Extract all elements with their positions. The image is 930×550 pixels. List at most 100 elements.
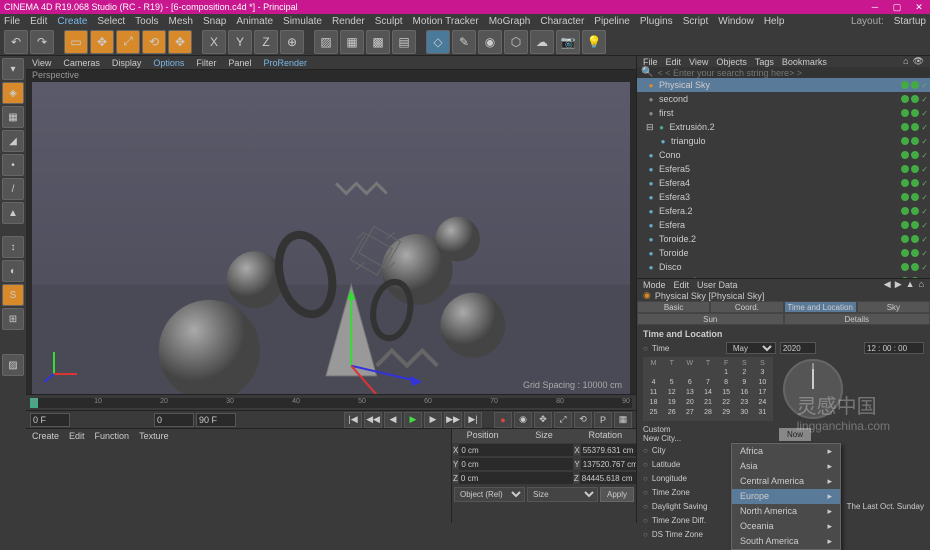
obj-item-esfera[interactable]: ●Esfera✓: [637, 218, 930, 232]
workplane-mode-button[interactable]: ◢: [2, 130, 24, 152]
obj-menu-view[interactable]: View: [689, 57, 708, 67]
obj-item-first[interactable]: ●first✓: [637, 106, 930, 120]
scale-tool[interactable]: ⤢: [116, 30, 140, 54]
cal-day[interactable]: 18: [645, 398, 662, 407]
key-pla-button[interactable]: ▦: [614, 412, 632, 428]
menu-snap[interactable]: Snap: [203, 16, 226, 27]
cal-day[interactable]: 9: [736, 378, 753, 387]
viewport-menu-cameras[interactable]: Cameras: [63, 58, 100, 68]
viewport-solo-button[interactable]: ◐: [2, 260, 24, 282]
obj-menu-objects[interactable]: Objects: [716, 57, 747, 67]
obj-item-disco[interactable]: ●Disco✓: [637, 260, 930, 274]
prev-key-button[interactable]: ◀◀: [364, 412, 382, 428]
obj-item-toroide-2[interactable]: ●Toroide.2✓: [637, 232, 930, 246]
make-editable-button[interactable]: ▾: [2, 58, 24, 80]
menu-character[interactable]: Character: [540, 16, 584, 27]
enable-checkbox[interactable]: ✓: [921, 235, 928, 244]
enable-checkbox[interactable]: ✓: [921, 221, 928, 230]
key-scale-button[interactable]: ⤢: [554, 412, 572, 428]
x-axis-lock[interactable]: X: [202, 30, 226, 54]
attr-tab-coord-[interactable]: Coord.: [710, 301, 783, 313]
visibility-render-toggle[interactable]: [911, 109, 919, 117]
frame-start-input[interactable]: [30, 413, 70, 427]
mat-menu-create[interactable]: Create: [32, 431, 59, 441]
cal-day[interactable]: 2: [736, 368, 753, 377]
continent-dropdown[interactable]: Africa▸Asia▸Central America▸Europe▸North…: [731, 443, 841, 550]
object-tree[interactable]: ●Physical Sky✓●second✓●first✓⊟●Extrusión…: [637, 78, 930, 278]
cal-day[interactable]: 4: [645, 378, 662, 387]
visibility-render-toggle[interactable]: [911, 81, 919, 89]
visibility-render-toggle[interactable]: [911, 263, 919, 271]
enable-checkbox[interactable]: ✓: [921, 151, 928, 160]
obj-item-physical-sky[interactable]: ●Physical Sky✓: [637, 78, 930, 92]
enable-checkbox[interactable]: ✓: [921, 123, 928, 132]
month-select[interactable]: May: [726, 342, 776, 354]
key-pos-button[interactable]: ✥: [534, 412, 552, 428]
viewport-menu-prorender[interactable]: ProRender: [263, 58, 307, 68]
continent-south-america[interactable]: South America▸: [732, 534, 840, 549]
attr-menu-edit[interactable]: Edit: [674, 280, 690, 290]
menu-motion-tracker[interactable]: Motion Tracker: [413, 16, 479, 27]
cal-day[interactable]: 5: [663, 378, 680, 387]
add-pen-button[interactable]: ✎: [452, 30, 476, 54]
menu-mograph[interactable]: MoGraph: [489, 16, 531, 27]
continent-africa[interactable]: Africa▸: [732, 444, 840, 459]
year-input[interactable]: [780, 342, 816, 354]
continent-europe[interactable]: Europe▸: [732, 489, 840, 504]
visibility-editor-toggle[interactable]: [901, 81, 909, 89]
clock-widget[interactable]: [783, 359, 843, 419]
record-button[interactable]: ●: [494, 412, 512, 428]
timeline[interactable]: 0102030405060708090: [26, 394, 636, 410]
visibility-render-toggle[interactable]: [911, 137, 919, 145]
calendar[interactable]: MTWTFSS 12345678910111213141516171819202…: [643, 357, 773, 421]
pos-y-input[interactable]: [459, 458, 573, 470]
texture-mode-button[interactable]: ▦: [2, 106, 24, 128]
menu-render[interactable]: Render: [332, 16, 365, 27]
cal-day[interactable]: 13: [681, 388, 698, 397]
viewport-menu-filter[interactable]: Filter: [196, 58, 216, 68]
visibility-render-toggle[interactable]: [911, 165, 919, 173]
coord-system-toggle[interactable]: ⊕: [280, 30, 304, 54]
menu-script[interactable]: Script: [683, 16, 709, 27]
point-mode-button[interactable]: •: [2, 154, 24, 176]
play-button[interactable]: ▶: [404, 412, 422, 428]
obj-item-triangulo[interactable]: ●triangulo✓: [637, 134, 930, 148]
frame-current-input[interactable]: [154, 413, 194, 427]
autokey-button[interactable]: ◉: [514, 412, 532, 428]
coord-mode-select[interactable]: Object (Rel): [454, 487, 525, 502]
attr-fwd-icon[interactable]: ▶: [895, 279, 902, 290]
enable-checkbox[interactable]: ✓: [921, 263, 928, 272]
viewport-3d[interactable]: Grid Spacing : 10000 cm: [32, 82, 630, 394]
menu-window[interactable]: Window: [718, 16, 754, 27]
undo-button[interactable]: ↶: [4, 30, 28, 54]
menu-mesh[interactable]: Mesh: [169, 16, 193, 27]
coord-size-select[interactable]: Size: [527, 487, 598, 502]
next-key-button[interactable]: ▶▶: [444, 412, 462, 428]
visibility-editor-toggle[interactable]: [901, 221, 909, 229]
now-button[interactable]: Now: [779, 428, 811, 441]
visibility-render-toggle[interactable]: [911, 235, 919, 243]
continent-north-america[interactable]: North America▸: [732, 504, 840, 519]
obj-item-esfera4[interactable]: ●Esfera4✓: [637, 176, 930, 190]
obj-eye-icon[interactable]: 👁: [913, 56, 924, 67]
menu-create[interactable]: Create: [57, 16, 87, 27]
key-rot-button[interactable]: ⟲: [574, 412, 592, 428]
cal-day[interactable]: 29: [718, 408, 735, 417]
render-picture-viewer-button[interactable]: ▩: [366, 30, 390, 54]
menu-sculpt[interactable]: Sculpt: [375, 16, 403, 27]
object-search-input[interactable]: [653, 68, 926, 78]
workplane-button[interactable]: ⊞: [2, 308, 24, 330]
attr-home-icon[interactable]: ⌂: [919, 279, 924, 290]
render-region-button[interactable]: ▦: [340, 30, 364, 54]
redo-button[interactable]: ↷: [30, 30, 54, 54]
y-axis-lock[interactable]: Y: [228, 30, 252, 54]
cal-day[interactable]: 11: [645, 388, 662, 397]
viewport-menu-display[interactable]: Display: [112, 58, 142, 68]
obj-menu-file[interactable]: File: [643, 57, 658, 67]
attr-tab-basic[interactable]: Basic: [637, 301, 710, 313]
attr-tab-time-and-location[interactable]: Time and Location: [784, 301, 857, 313]
visibility-editor-toggle[interactable]: [901, 207, 909, 215]
viewport-menu-view[interactable]: View: [32, 58, 51, 68]
visibility-editor-toggle[interactable]: [901, 123, 909, 131]
obj-item-second[interactable]: ●second✓: [637, 92, 930, 106]
